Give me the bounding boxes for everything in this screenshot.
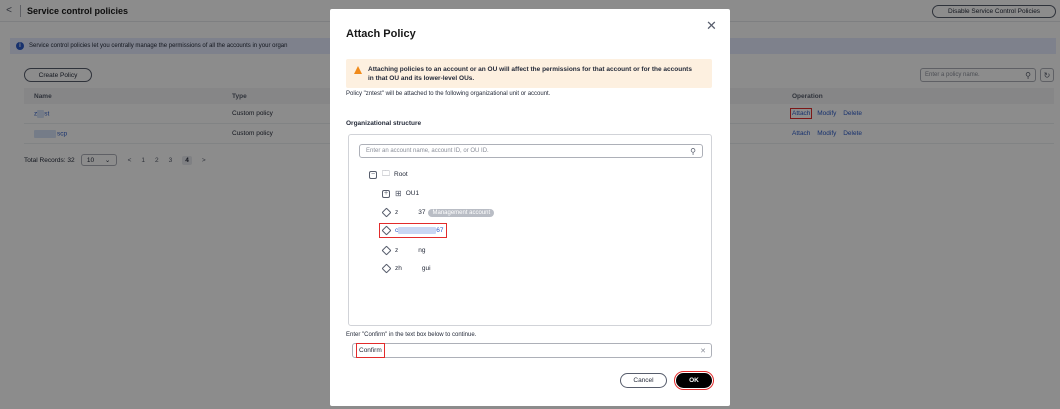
org-structure-label: Organizational structure: [346, 120, 422, 127]
ok-button[interactable]: OK: [674, 371, 714, 390]
cancel-button[interactable]: Cancel: [620, 373, 667, 388]
account-icon: [381, 263, 392, 274]
tree-node-root[interactable]: − 🗀 Root: [369, 169, 408, 180]
warning-icon: [354, 66, 362, 74]
tree-node-account[interactable]: zh gui: [381, 263, 431, 274]
warning-text: Attaching policies to an account or an O…: [368, 66, 692, 82]
tree-node-account-selected[interactable]: c 67: [378, 223, 448, 238]
tree-search-placeholder: Enter an account name, account ID, or OU…: [366, 148, 489, 154]
clear-icon[interactable]: ✕: [700, 347, 706, 355]
account-icon: [381, 207, 392, 218]
tree-node-label: OU1: [405, 190, 420, 197]
tree-search-input[interactable]: Enter an account name, account ID, or OU…: [359, 144, 703, 158]
tree-node-label-suffix: gui: [421, 265, 431, 272]
grid-icon: ⊞: [395, 189, 402, 198]
tree-node-ou1[interactable]: + ⊞ OU1: [382, 188, 419, 199]
close-icon[interactable]: ✕: [706, 18, 717, 34]
org-tree-panel: Enter an account name, account ID, or OU…: [348, 134, 712, 326]
warning-alert: Attaching policies to an account or an O…: [346, 59, 712, 88]
dialog-title: Attach Policy: [346, 28, 416, 40]
attach-policy-dialog: Attach Policy ✕ Attaching policies to an…: [330, 9, 730, 406]
tree-node-account[interactable]: z ng: [381, 245, 426, 256]
expand-icon[interactable]: +: [382, 189, 390, 198]
folder-icon: 🗀: [382, 168, 390, 178]
management-account-badge: Management account: [428, 208, 495, 217]
tree-node-account[interactable]: z 37 Management account: [381, 207, 495, 218]
collapse-icon[interactable]: −: [369, 170, 377, 179]
tree-node-label: Root: [394, 171, 408, 178]
confirm-input[interactable]: Confirm ✕: [352, 343, 712, 358]
tree-node-label-suffix: 37: [418, 209, 426, 216]
tree-node-label-suffix: 67: [436, 227, 444, 234]
confirm-instruction: Enter "Confirm" in the text box below to…: [346, 332, 477, 338]
attach-note: Policy "zntest" will be attached to the …: [346, 91, 551, 97]
account-icon: [381, 245, 392, 256]
tree-node-label: zh: [395, 265, 402, 272]
account-icon: [381, 225, 392, 236]
tree-node-label-suffix: ng: [418, 247, 426, 254]
search-icon[interactable]: ⚲: [690, 147, 696, 156]
confirm-input-value: Confirm: [356, 343, 385, 358]
